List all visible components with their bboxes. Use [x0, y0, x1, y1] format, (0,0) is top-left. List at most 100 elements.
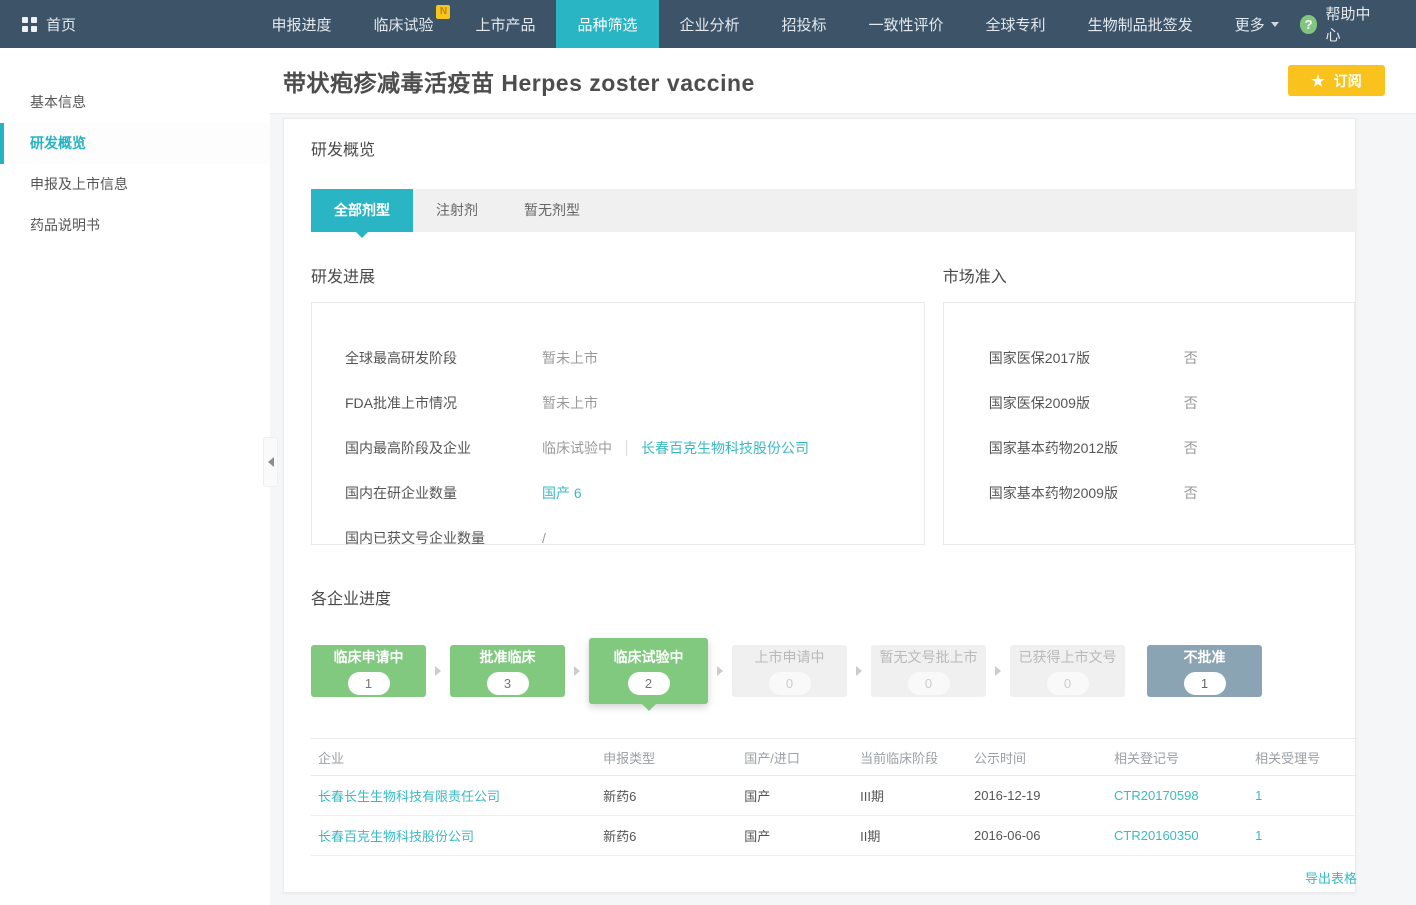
- ma-row-medicare-2009: 国家医保2009版 否: [989, 380, 1354, 425]
- overview-section-title: 研发概览: [311, 136, 1355, 160]
- stage-clinical-approved[interactable]: 批准临床 3: [450, 645, 565, 697]
- help-center-button[interactable]: ? 帮助中心: [1300, 0, 1416, 48]
- export-table-link[interactable]: 导出表格: [1305, 871, 1357, 886]
- ma-row-essential-drugs-2009: 国家基本药物2009版 否: [989, 470, 1354, 515]
- stage-count: 1: [348, 672, 390, 695]
- page-title: 带状疱疹减毒活疫苗 Herpes zoster vaccine: [283, 64, 755, 98]
- stage-count: 0: [908, 672, 950, 695]
- nav-home-label: 首页: [46, 14, 76, 35]
- title-bar: 带状疱疹减毒活疫苗 Herpes zoster vaccine ★ 订阅: [270, 48, 1416, 114]
- progress-flow: 临床申请中 1 批准临床 3 临床试验中 2 上市申请中: [311, 634, 1355, 708]
- grid-icon: [22, 17, 37, 32]
- star-icon: ★: [1311, 72, 1324, 90]
- nav-item-clinical-trials[interactable]: 临床试验 N: [352, 0, 454, 48]
- export-row: 导出表格: [311, 868, 1357, 887]
- registration-number-link[interactable]: CTR20170598: [1114, 788, 1199, 803]
- nav-item-more[interactable]: 更多: [1214, 0, 1300, 48]
- stage-count: 3: [487, 672, 529, 695]
- chevron-left-icon: [268, 457, 274, 467]
- subscribe-label: 订阅: [1334, 71, 1362, 91]
- main-area: 带状疱疹减毒活疫苗 Herpes zoster vaccine ★ 订阅 研发概…: [270, 48, 1416, 905]
- sidebar-collapse-handle[interactable]: [263, 437, 278, 487]
- sidebar-item-rnd-overview[interactable]: 研发概览: [0, 123, 270, 164]
- table-header-row: 企业 申报类型 国产/进口 当前临床阶段 公示时间 相关登记号 相关受理号: [311, 739, 1357, 776]
- rnd-row-fda-status: FDA批准上市情况 暂未上市: [345, 380, 924, 425]
- stage-not-approved[interactable]: 不批准 1: [1147, 645, 1262, 697]
- stage-count: 2: [628, 672, 670, 695]
- sidebar-item-basic-info[interactable]: 基本信息: [0, 82, 270, 123]
- acceptance-number-link[interactable]: 1: [1255, 788, 1262, 803]
- rnd-progress-title: 研发进展: [311, 263, 925, 287]
- top-nav: 首页 申报进度 临床试验 N 上市产品 品种筛选 企业分析 招投标 一致性评价 …: [0, 0, 1416, 48]
- nav-item-declaration-progress[interactable]: 申报进度: [250, 0, 352, 48]
- nav-item-variety-screening[interactable]: 品种筛选: [556, 0, 658, 48]
- clinical-phase: III期: [852, 776, 966, 816]
- stage-clinical-applying[interactable]: 临床申请中 1: [311, 645, 426, 697]
- clinical-phase: II期: [852, 816, 966, 856]
- sidebar: 基本信息 研发概览 申报及上市信息 药品说明书: [0, 48, 270, 905]
- company-progress-title: 各企业进度: [311, 585, 1355, 609]
- table-row: 长春长生生物科技有限责任公司 新药6 国产 III期 2016-12-19 CT…: [311, 776, 1357, 816]
- rnd-row-domestic-companies-count: 国内在研企业数量 国产 6: [345, 470, 924, 515]
- sidebar-item-declaration-listing-info[interactable]: 申报及上市信息: [0, 164, 270, 205]
- arrow-right-icon: [986, 666, 1010, 676]
- subscribe-button[interactable]: ★ 订阅: [1288, 65, 1385, 96]
- stage-listing-applying[interactable]: 上市申请中 0: [732, 645, 847, 697]
- ma-row-medicare-2017: 国家医保2017版 否: [989, 335, 1354, 380]
- tab-injection[interactable]: 注射剂: [413, 189, 501, 232]
- stage-clinical-trial-ongoing[interactable]: 临床试验中 2: [589, 638, 708, 704]
- new-badge: N: [436, 5, 450, 19]
- declaration-type: 新药6: [595, 776, 736, 816]
- market-access-box: 国家医保2017版 否 国家医保2009版 否 国家基本药物2012版 否: [943, 302, 1355, 545]
- stage-count: 0: [1047, 672, 1089, 695]
- stage-count: 0: [769, 672, 811, 695]
- arrow-right-icon: [565, 666, 589, 676]
- tab-all-dosage-forms[interactable]: 全部剂型: [311, 189, 413, 232]
- dosage-form-tabs: 全部剂型 注射剂 暂无剂型: [311, 189, 1357, 232]
- origin: 国产: [736, 776, 852, 816]
- declaration-type: 新药6: [595, 816, 736, 856]
- rnd-row-global-stage: 全球最高研发阶段 暂未上市: [345, 335, 924, 380]
- help-icon: ?: [1300, 15, 1318, 34]
- nav-item-bidding[interactable]: 招投标: [761, 0, 848, 48]
- company-link[interactable]: 长春长生生物科技有限责任公司: [318, 789, 500, 804]
- enterprise-table: 企业 申报类型 国产/进口 当前临床阶段 公示时间 相关登记号 相关受理号 长春…: [311, 738, 1357, 856]
- nav-item-consistency-evaluation[interactable]: 一致性评价: [848, 0, 965, 48]
- overview-card: 研发概览 全部剂型 注射剂 暂无剂型 研发进展 全球最高研发阶段 暂未上市: [283, 118, 1356, 893]
- stage-approved-no-license[interactable]: 暂无文号批上市 0: [871, 645, 986, 697]
- nav-item-global-patents[interactable]: 全球专利: [965, 0, 1067, 48]
- nav-item-enterprise-analysis[interactable]: 企业分析: [659, 0, 761, 48]
- domestic-count-link[interactable]: 国产 6: [542, 483, 582, 503]
- stage-count: 1: [1184, 672, 1226, 695]
- arrow-right-icon: [847, 666, 871, 676]
- company-link[interactable]: 长春百克生物科技股份公司: [318, 829, 474, 844]
- help-label: 帮助中心: [1325, 3, 1382, 45]
- nav-menu: 申报进度 临床试验 N 上市产品 品种筛选 企业分析 招投标 一致性评价 全球专…: [250, 0, 1299, 48]
- table-row: 长春百克生物科技股份公司 新药6 国产 II期 2016-06-06 CTR20…: [311, 816, 1357, 856]
- publish-date: 2016-12-19: [966, 776, 1106, 816]
- chevron-down-icon: [1271, 22, 1279, 27]
- tab-no-dosage-form[interactable]: 暂无剂型: [501, 189, 603, 232]
- nav-item-marketed-products[interactable]: 上市产品: [454, 0, 556, 48]
- nav-home[interactable]: 首页: [0, 0, 250, 48]
- rnd-row-licensed-companies-count: 国内已获文号企业数量 /: [345, 515, 924, 560]
- origin: 国产: [736, 816, 852, 856]
- ma-row-essential-drugs-2012: 国家基本药物2012版 否: [989, 425, 1354, 470]
- rnd-progress-panel: 研发进展 全球最高研发阶段 暂未上市 FDA批准上市情况 暂未上市: [311, 263, 925, 545]
- market-access-title: 市场准入: [943, 263, 1355, 287]
- rnd-progress-box: 全球最高研发阶段 暂未上市 FDA批准上市情况 暂未上市 国内最高阶段及企业 临…: [311, 302, 925, 545]
- market-access-panel: 市场准入 国家医保2017版 否 国家医保2009版 否 国家基: [943, 263, 1355, 545]
- acceptance-number-link[interactable]: 1: [1255, 828, 1262, 843]
- nav-item-biologics-batch-release[interactable]: 生物制品批签发: [1067, 0, 1214, 48]
- registration-number-link[interactable]: CTR20160350: [1114, 828, 1199, 843]
- sidebar-item-drug-instructions[interactable]: 药品说明书: [0, 205, 270, 246]
- arrow-right-icon: [708, 666, 732, 676]
- content-area: 研发概览 全部剂型 注射剂 暂无剂型 研发进展 全球最高研发阶段 暂未上市: [270, 114, 1416, 905]
- publish-date: 2016-06-06: [966, 816, 1106, 856]
- info-panels: 研发进展 全球最高研发阶段 暂未上市 FDA批准上市情况 暂未上市: [311, 263, 1355, 545]
- arrow-right-icon: [426, 666, 450, 676]
- stage-license-obtained[interactable]: 已获得上市文号 0: [1010, 645, 1125, 697]
- rnd-row-domestic-stage: 国内最高阶段及企业 临床试验中 长春百克生物科技股份公司: [345, 425, 924, 470]
- company-link[interactable]: 长春百克生物科技股份公司: [641, 438, 809, 458]
- divider: [626, 440, 627, 456]
